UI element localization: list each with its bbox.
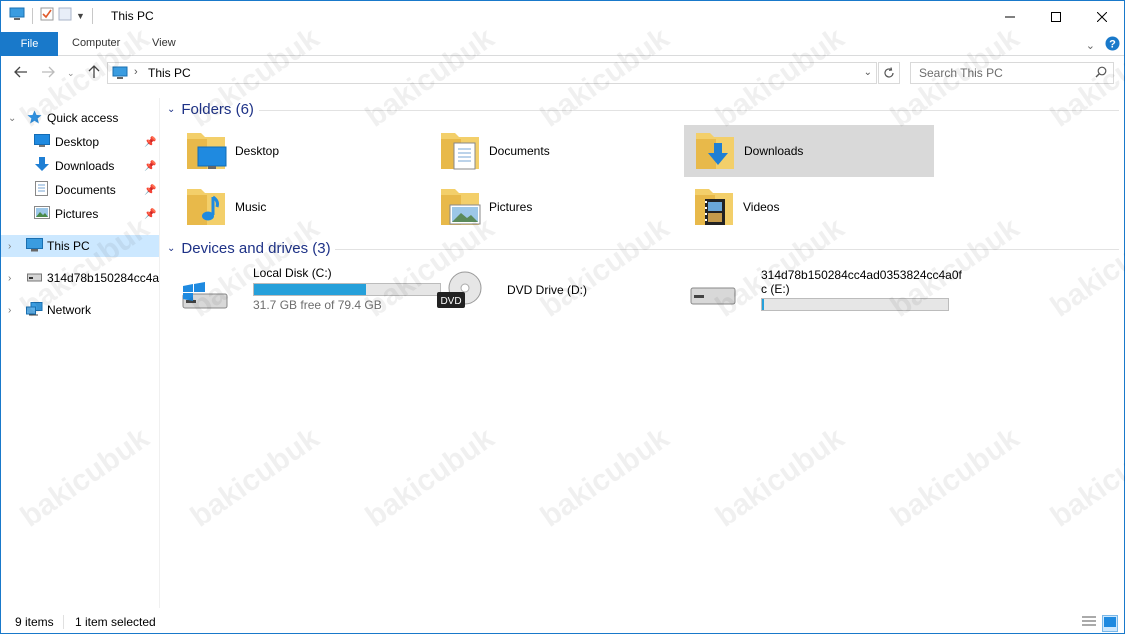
downloads-folder-icon bbox=[692, 129, 738, 174]
large-icons-view-icon[interactable] bbox=[1102, 615, 1118, 632]
search-input[interactable] bbox=[911, 63, 1081, 83]
this-pc-icon bbox=[9, 7, 25, 24]
title-bar: ▼ This PC bbox=[1, 1, 1124, 32]
tab-view[interactable]: View bbox=[152, 37, 176, 49]
minimize-button[interactable] bbox=[987, 1, 1033, 32]
pin-icon[interactable]: 📌 bbox=[144, 161, 156, 172]
drive-icon bbox=[689, 282, 737, 313]
status-bar: 9 items 1 item selected bbox=[1, 612, 1124, 633]
dvd-badge-text: DVD bbox=[440, 296, 461, 307]
drive-d[interactable]: DVD DVD Drive (D:) bbox=[435, 266, 685, 318]
address-dropdown-icon[interactable]: ⌄ bbox=[864, 67, 872, 78]
this-pc-icon bbox=[26, 237, 43, 255]
group-chevron-icon[interactable]: ⌄ bbox=[167, 104, 175, 115]
drive-c[interactable]: Local Disk (C:) 31.7 GB free of 79.4 GB bbox=[181, 266, 441, 318]
properties-icon[interactable] bbox=[40, 7, 54, 24]
file-explorer-window: ▼ This PC File Computer View ⌄ ? ⌄ › Thi… bbox=[0, 0, 1125, 634]
folder-downloads[interactable]: Downloads bbox=[684, 125, 934, 177]
navigation-pane: ⌄ Quick access Desktop 📌 Downloads 📌 Doc bbox=[1, 98, 160, 608]
refresh-button[interactable] bbox=[878, 62, 900, 84]
drive-c-usage-bar bbox=[253, 283, 441, 296]
dvd-drive-icon: DVD bbox=[435, 270, 483, 315]
back-button[interactable] bbox=[14, 65, 28, 81]
customize-qat-icon[interactable]: ▼ bbox=[76, 11, 85, 21]
network-icon bbox=[26, 301, 43, 319]
folders-group-header[interactable]: ⌄ Folders (6) bbox=[167, 101, 254, 118]
window-title: This PC bbox=[111, 9, 154, 23]
drive-e-usage-bar bbox=[761, 298, 949, 311]
quick-access-toolbar: ▼ bbox=[9, 7, 96, 24]
recent-locations-chevron-icon[interactable]: ⌄ bbox=[67, 68, 75, 79]
folder-videos[interactable]: Videos bbox=[691, 181, 941, 233]
nav-pictures[interactable]: Pictures 📌 bbox=[1, 203, 159, 225]
expanded-chevron-icon[interactable]: ⌄ bbox=[8, 113, 16, 124]
item-count: 9 items bbox=[15, 615, 54, 629]
details-view-icon[interactable] bbox=[1082, 615, 1096, 632]
content-area: ⌄ Folders (6) Desktop Documents Download… bbox=[161, 98, 1124, 608]
nav-quick-access[interactable]: ⌄ Quick access bbox=[1, 107, 159, 129]
nav-documents[interactable]: Documents 📌 bbox=[1, 179, 159, 201]
new-folder-icon[interactable] bbox=[58, 7, 72, 24]
windows-drive-icon bbox=[181, 274, 229, 315]
folder-desktop[interactable]: Desktop bbox=[183, 125, 433, 177]
drive-c-usage-fill bbox=[254, 284, 366, 295]
nav-drive-e[interactable]: › 314d78b150284cc4ad bbox=[1, 267, 159, 289]
svg-text:?: ? bbox=[1109, 39, 1116, 51]
address-row: ⌄ › This PC ⌄ bbox=[1, 57, 1124, 90]
drive-e-usage-fill bbox=[762, 299, 764, 310]
breadcrumb-chevron-icon[interactable]: › bbox=[134, 66, 138, 78]
tab-file[interactable]: File bbox=[1, 32, 58, 56]
group-chevron-icon[interactable]: ⌄ bbox=[167, 243, 175, 254]
forward-button[interactable] bbox=[41, 65, 55, 81]
desktop-folder-icon bbox=[183, 129, 229, 174]
nav-downloads[interactable]: Downloads 📌 bbox=[1, 155, 159, 177]
tab-computer[interactable]: Computer bbox=[72, 37, 120, 49]
documents-icon bbox=[35, 181, 48, 199]
selection-count: 1 item selected bbox=[75, 615, 156, 629]
nav-desktop[interactable]: Desktop 📌 bbox=[1, 131, 159, 153]
ribbon-tabs: File Computer View ⌄ ? bbox=[1, 32, 1124, 56]
drive-e[interactable]: 314d78b150284cc4ad0353824cc4a0f c (E:) bbox=[689, 266, 962, 318]
collapsed-chevron-icon[interactable]: › bbox=[8, 305, 11, 316]
up-button[interactable] bbox=[88, 65, 100, 82]
pictures-folder-icon bbox=[437, 185, 483, 230]
downloads-icon bbox=[34, 157, 50, 175]
pictures-icon bbox=[34, 206, 50, 222]
address-bar[interactable]: › This PC ⌄ bbox=[107, 62, 877, 84]
devices-group-header[interactable]: ⌄ Devices and drives (3) bbox=[167, 240, 331, 257]
pin-icon[interactable]: 📌 bbox=[144, 137, 156, 148]
documents-folder-icon bbox=[437, 129, 483, 174]
collapsed-chevron-icon[interactable]: › bbox=[8, 273, 11, 284]
drive-icon bbox=[27, 271, 42, 285]
music-folder-icon bbox=[183, 185, 229, 230]
nav-this-pc[interactable]: › This PC bbox=[1, 235, 159, 257]
folder-documents[interactable]: Documents bbox=[437, 125, 687, 177]
videos-folder-icon bbox=[691, 185, 737, 230]
folder-music[interactable]: Music bbox=[183, 181, 433, 233]
pin-icon[interactable]: 📌 bbox=[144, 209, 156, 220]
help-icon[interactable]: ? bbox=[1105, 36, 1120, 54]
nav-network[interactable]: › Network bbox=[1, 299, 159, 321]
maximize-button[interactable] bbox=[1033, 1, 1079, 32]
desktop-icon bbox=[34, 134, 50, 150]
close-button[interactable] bbox=[1079, 1, 1125, 32]
breadcrumb[interactable]: This PC bbox=[148, 66, 191, 80]
search-icon[interactable] bbox=[1095, 66, 1107, 81]
collapsed-chevron-icon[interactable]: › bbox=[8, 241, 11, 252]
pin-icon[interactable]: 📌 bbox=[144, 185, 156, 196]
this-pc-icon bbox=[112, 66, 128, 83]
expand-ribbon-icon[interactable]: ⌄ bbox=[1086, 39, 1095, 52]
star-icon bbox=[27, 110, 42, 127]
search-box bbox=[910, 62, 1114, 84]
folder-pictures[interactable]: Pictures bbox=[437, 181, 687, 233]
